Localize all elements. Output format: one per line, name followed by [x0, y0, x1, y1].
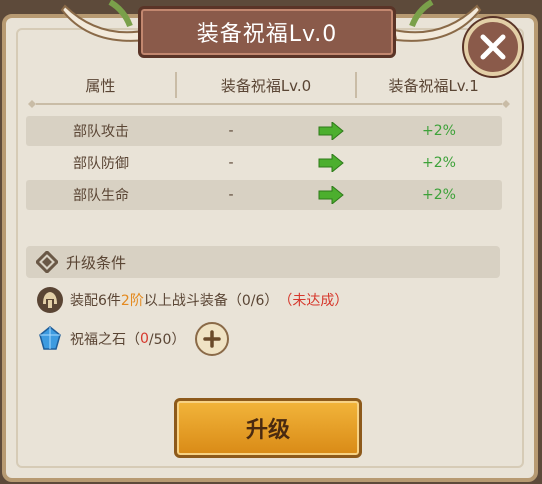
stone-have: 0	[140, 331, 149, 347]
next-value: +2%	[422, 155, 456, 171]
attribute-name: 部队生命	[73, 188, 129, 204]
add-stone-button[interactable]	[195, 322, 230, 356]
next-value: +2%	[422, 123, 456, 139]
blue-gem-icon	[39, 326, 61, 350]
stone-requirement: 祝福之石（ 0 /50）	[36, 322, 230, 356]
helmet-icon	[37, 287, 63, 313]
table-row: 部队防御 - +2%	[26, 148, 502, 178]
stone-label: 祝福之石（	[70, 332, 140, 348]
table-row: 部队攻击 - +2%	[26, 116, 502, 146]
header-current-level: 装备祝福Lv.0	[220, 76, 312, 95]
attribute-name: 部队防御	[73, 156, 129, 172]
conditions-title: 升级条件	[66, 253, 127, 272]
header-next-level: 装备祝福Lv.1	[388, 76, 479, 95]
current-value: -	[228, 155, 234, 171]
table-header: 属性 装备祝福Lv.0 装备祝福Lv.1	[26, 70, 510, 100]
next-value: +2%	[422, 187, 456, 203]
attribute-name: 部队攻击	[73, 124, 129, 140]
left-horn-icon	[60, 0, 150, 42]
arrow-right-icon	[318, 122, 344, 140]
equip-req-tier: 2阶	[120, 293, 144, 309]
diamond-icon	[36, 251, 58, 273]
plus-icon	[203, 330, 222, 348]
equipment-requirement: 装配6件 2阶 以上战斗装备（0/6） （未达成）	[36, 286, 348, 314]
equip-req-status: （未达成）	[278, 293, 349, 309]
stone-need: /50）	[148, 332, 186, 348]
table-row: 部队生命 - +2%	[26, 180, 502, 210]
header-attribute: 属性	[85, 76, 116, 95]
close-icon	[480, 34, 506, 60]
upgrade-button[interactable]: 升级	[174, 398, 362, 458]
equip-req-suffix: 以上战斗装备（0/6）	[143, 293, 279, 309]
arrow-right-icon	[318, 186, 344, 204]
arrow-right-icon	[318, 154, 344, 172]
current-value: -	[228, 123, 234, 139]
equip-req-prefix: 装配6件	[70, 293, 121, 309]
close-button[interactable]	[464, 18, 522, 76]
upgrade-conditions-header: 升级条件	[26, 246, 500, 278]
header-separator	[28, 100, 510, 108]
current-value: -	[228, 187, 234, 203]
panel-title: 装备祝福Lv.0	[138, 6, 396, 58]
